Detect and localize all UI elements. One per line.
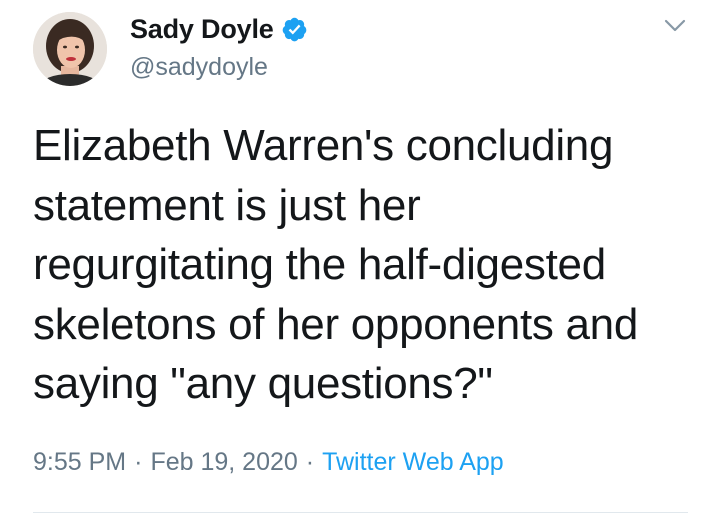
tweet-metadata: 9:55 PM · Feb 19, 2020 · Twitter Web App (33, 448, 504, 477)
profile-photo-icon (33, 12, 107, 86)
tweet-card: Sady Doyle @sadydoyle Elizabeth Warren's… (0, 0, 720, 524)
avatar[interactable] (33, 12, 107, 86)
tweet-source-link[interactable]: Twitter Web App (322, 448, 504, 476)
meta-separator: · (305, 448, 315, 476)
author-name-row: Sady Doyle (130, 12, 308, 46)
verified-badge-icon (281, 16, 308, 43)
tweet-text: Elizabeth Warren's concluding statement … (33, 121, 639, 408)
display-name[interactable]: Sady Doyle (130, 14, 274, 45)
tweet-date[interactable]: Feb 19, 2020 (150, 448, 297, 476)
meta-separator: · (134, 448, 143, 476)
divider (33, 512, 688, 513)
tweet-time[interactable]: 9:55 PM (33, 448, 126, 476)
user-handle[interactable]: @sadydoyle (130, 53, 268, 82)
chevron-down-icon[interactable] (664, 19, 686, 33)
